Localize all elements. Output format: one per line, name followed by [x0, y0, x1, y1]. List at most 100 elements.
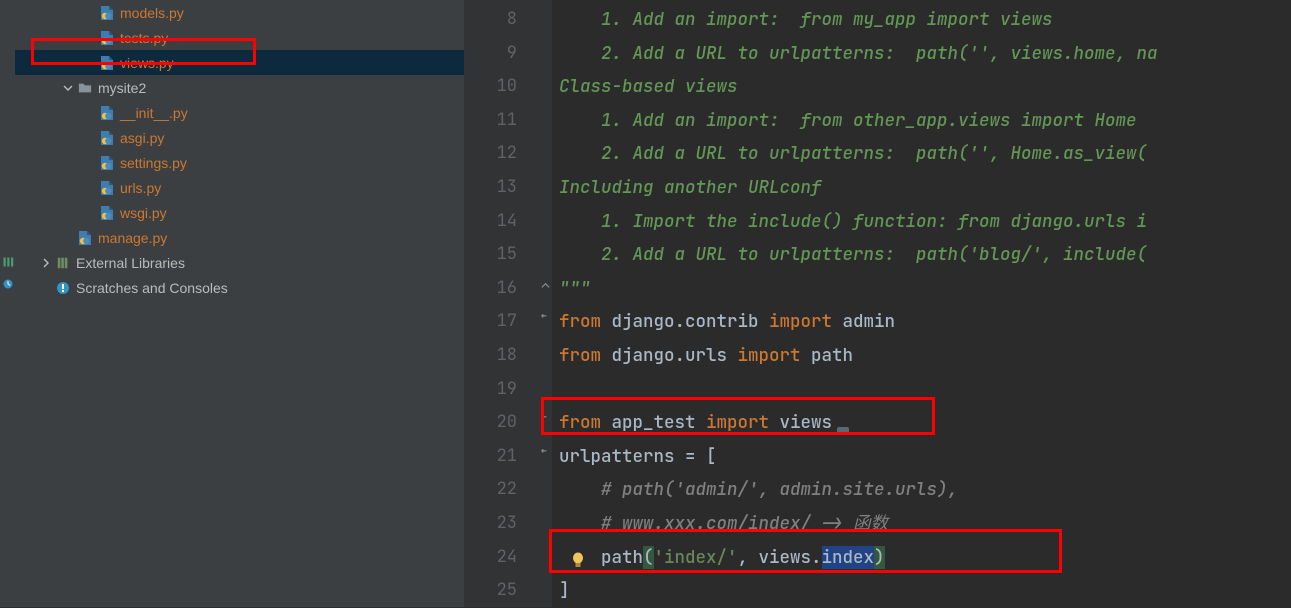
fold-mark[interactable]	[539, 171, 552, 205]
code-line-11[interactable]: 1. Add an import: from other_app.views i…	[559, 104, 1291, 138]
keyword: import	[769, 310, 832, 333]
fold-mark[interactable]	[539, 406, 552, 440]
tree-item-label: manage.py	[98, 230, 167, 246]
tree-item-label: External Libraries	[76, 255, 185, 271]
code-line-15[interactable]: 2. Add a URL to urlpatterns: path('blog/…	[559, 238, 1291, 272]
docstring-text: 2. Add a URL to urlpatterns: path('', vi…	[559, 42, 1158, 65]
python-file-icon	[99, 105, 115, 121]
context-hint-icon[interactable]	[836, 416, 850, 430]
keyword: from	[559, 344, 601, 367]
docstring-text: 1. Add an import: from other_app.views i…	[559, 109, 1137, 132]
fold-mark[interactable]	[539, 70, 552, 104]
code-line-12[interactable]: 2. Add a URL to urlpatterns: path('', Ho…	[559, 137, 1291, 171]
line-number: 14	[464, 205, 517, 239]
fold-mark[interactable]	[539, 238, 552, 272]
intention-bulb-icon[interactable]	[571, 548, 585, 566]
fold-mark[interactable]	[539, 507, 552, 541]
line-number: 13	[464, 171, 517, 205]
code-line-13[interactable]: Including another URLconf	[559, 171, 1291, 205]
line-number: 8	[464, 3, 517, 37]
fold-column[interactable]	[539, 0, 553, 607]
fold-mark[interactable]	[539, 574, 552, 608]
code-line-9[interactable]: 2. Add a URL to urlpatterns: path('', vi…	[559, 37, 1291, 71]
tree-row-models-py[interactable]: models.py	[15, 0, 464, 25]
code-line-24[interactable]: path('index/', views.index)	[559, 541, 1291, 575]
fold-mark[interactable]	[539, 272, 552, 306]
keyword: import	[738, 344, 801, 367]
identifier-highlight: index	[822, 546, 875, 569]
tree-row--init-py[interactable]: __init__.py	[15, 100, 464, 125]
tree-item-label: __init__.py	[120, 105, 188, 121]
project-sidebar[interactable]: models.py tests.py views.py mysite2 __init__…	[15, 0, 464, 607]
tree-row-external-libraries[interactable]: External Libraries	[15, 250, 464, 275]
line-number: 18	[464, 339, 517, 373]
python-file-icon	[99, 30, 115, 46]
fold-mark[interactable]	[539, 3, 552, 37]
clock-tool-icon[interactable]	[2, 277, 14, 289]
tree-arrow	[83, 206, 97, 220]
project-tree[interactable]: models.py tests.py views.py mysite2 __init__…	[15, 0, 464, 300]
docstring-text: 2. Add a URL to urlpatterns: path('', Ho…	[559, 142, 1147, 165]
tool-strip	[0, 0, 15, 607]
code-line-17[interactable]: from django.contrib import admin	[559, 305, 1291, 339]
tree-item-label: asgi.py	[120, 130, 164, 146]
tree-row-wsgi-py[interactable]: wsgi.py	[15, 200, 464, 225]
tree-row-scratches-and-consoles[interactable]: Scratches and Consoles	[15, 275, 464, 300]
code-line-10[interactable]: Class-based views	[559, 70, 1291, 104]
code-line-8[interactable]: 1. Add an import: from my_app import vie…	[559, 3, 1291, 37]
tree-arrow	[83, 56, 97, 70]
fold-mark[interactable]	[539, 37, 552, 71]
fold-mark[interactable]	[539, 541, 552, 575]
tree-row-mysite2[interactable]: mysite2	[15, 75, 464, 100]
tree-row-manage-py[interactable]: manage.py	[15, 225, 464, 250]
fold-mark[interactable]	[539, 104, 552, 138]
line-number: 16	[464, 272, 517, 306]
docstring-text: 2. Add a URL to urlpatterns: path('blog/…	[559, 243, 1147, 266]
code-line-22[interactable]: # path('admin/', admin.site.urls),	[559, 473, 1291, 507]
tree-row-settings-py[interactable]: settings.py	[15, 150, 464, 175]
fold-mark[interactable]	[539, 473, 552, 507]
tree-row-views-py[interactable]: views.py	[15, 50, 464, 75]
code-line-16[interactable]: """	[559, 272, 1291, 306]
code-editor[interactable]: 1. Add an import: from my_app import vie…	[553, 0, 1291, 607]
fold-mark[interactable]	[539, 440, 552, 474]
fold-mark[interactable]	[539, 373, 552, 407]
keyword: from	[559, 411, 601, 434]
import-name: path	[801, 344, 854, 367]
tree-arrow	[83, 181, 97, 195]
tree-row-urls-py[interactable]: urls.py	[15, 175, 464, 200]
fold-mark[interactable]	[539, 305, 552, 339]
structure-tool-icon[interactable]	[2, 255, 14, 267]
tree-arrow	[39, 281, 53, 295]
fold-mark[interactable]	[539, 137, 552, 171]
code-line-19[interactable]	[559, 373, 1291, 407]
comment: # www.xxx.com/index/ -> 函数	[559, 512, 888, 535]
tree-arrow	[83, 131, 97, 145]
code-line-18[interactable]: from django.urls import path	[559, 339, 1291, 373]
code-line-20[interactable]: from app_test import views	[559, 406, 1291, 440]
tree-arrow	[83, 6, 97, 20]
python-file-icon	[99, 130, 115, 146]
code-line-25[interactable]: ]	[559, 574, 1291, 608]
import-name: views	[769, 411, 832, 434]
tree-row-tests-py[interactable]: tests.py	[15, 25, 464, 50]
tree-arrow	[83, 106, 97, 120]
paren-highlight: (	[643, 546, 654, 569]
tree-item-label: views.py	[120, 55, 174, 71]
fold-mark[interactable]	[539, 205, 552, 239]
fold-mark[interactable]	[539, 339, 552, 373]
code-line-14[interactable]: 1. Import the include() function: from d…	[559, 205, 1291, 239]
tree-item-label: tests.py	[120, 30, 168, 46]
line-number: 19	[464, 373, 517, 407]
line-number: 10	[464, 70, 517, 104]
code-text: , views.	[738, 546, 822, 569]
tree-row-asgi-py[interactable]: asgi.py	[15, 125, 464, 150]
code-line-23[interactable]: # www.xxx.com/index/ -> 函数	[559, 507, 1291, 541]
python-file-icon	[99, 205, 115, 221]
folder-icon	[77, 80, 93, 96]
code-line-21[interactable]: urlpatterns = [	[559, 440, 1291, 474]
python-file-icon	[99, 55, 115, 71]
tree-item-label: mysite2	[98, 80, 146, 96]
line-number: 23	[464, 507, 517, 541]
library-icon	[55, 255, 71, 271]
